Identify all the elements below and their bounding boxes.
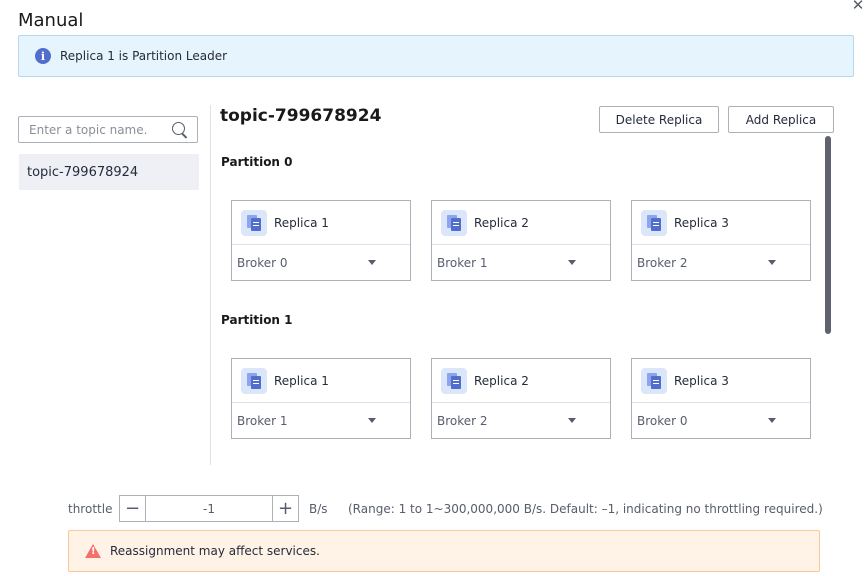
replica-card: Replica 1 Broker 0 <box>231 200 411 281</box>
warning-banner-text: Reassignment may affect services. <box>110 544 320 558</box>
caret-down-icon <box>368 418 376 423</box>
replica-card: Replica 3 Broker 0 <box>631 358 811 439</box>
search-icon[interactable] <box>171 121 189 139</box>
caret-down-icon <box>768 418 776 423</box>
broker-select[interactable]: Broker 1 <box>432 245 610 280</box>
replica-icon <box>441 367 467 394</box>
replica-icon <box>641 209 667 236</box>
close-icon[interactable]: ✕ <box>851 0 865 13</box>
replica-card-header: Replica 1 <box>232 359 410 403</box>
replica-icon <box>241 367 267 394</box>
topic-search-box <box>18 116 198 143</box>
throttle-unit: B/s <box>309 502 328 516</box>
delete-replica-button[interactable]: Delete Replica <box>599 106 719 133</box>
throttle-label: throttle <box>68 502 113 516</box>
throttle-stepper: − + <box>119 495 299 522</box>
replica-name: Replica 2 <box>474 215 529 230</box>
warning-banner: Reassignment may affect services. <box>68 530 820 572</box>
broker-select-value: Broker 0 <box>637 413 688 428</box>
replica-card-header: Replica 3 <box>632 359 810 403</box>
replica-card: Replica 1 Broker 1 <box>231 358 411 439</box>
decrement-button[interactable]: − <box>120 496 146 521</box>
replica-name: Replica 3 <box>674 215 729 230</box>
scrollbar-thumb[interactable] <box>825 136 831 334</box>
throttle-input[interactable] <box>146 496 272 521</box>
replica-card: Replica 3 Broker 2 <box>631 200 811 281</box>
warning-icon <box>85 544 101 558</box>
topic-list-item[interactable]: topic-799678924 <box>19 154 199 190</box>
replica-name: Replica 1 <box>274 373 329 388</box>
partition-0-label: Partition 0 <box>221 155 293 169</box>
broker-select[interactable]: Broker 0 <box>232 245 410 280</box>
replica-icon <box>441 209 467 236</box>
info-banner-text: Replica 1 is Partition Leader <box>60 49 228 63</box>
info-icon: i <box>35 48 51 64</box>
replica-card-header: Replica 2 <box>432 359 610 403</box>
info-banner: i Replica 1 is Partition Leader <box>18 35 854 77</box>
broker-select[interactable]: Broker 2 <box>432 403 610 438</box>
dialog-title: Manual <box>18 10 84 31</box>
broker-select-value: Broker 2 <box>637 255 688 270</box>
broker-select-value: Broker 0 <box>237 255 288 270</box>
broker-select-value: Broker 1 <box>437 255 488 270</box>
broker-select-value: Broker 2 <box>437 413 488 428</box>
caret-down-icon <box>568 418 576 423</box>
throttle-range-hint: (Range: 1 to 1~300,000,000 B/s. Default:… <box>348 502 823 516</box>
increment-button[interactable]: + <box>272 496 298 521</box>
replica-card-header: Replica 3 <box>632 201 810 245</box>
topic-title: topic-799678924 <box>220 106 382 126</box>
partition-1-label: Partition 1 <box>221 313 293 327</box>
replica-name: Replica 2 <box>474 373 529 388</box>
broker-select[interactable]: Broker 2 <box>632 245 810 280</box>
replica-icon <box>241 209 267 236</box>
caret-down-icon <box>368 260 376 265</box>
replica-card-header: Replica 2 <box>432 201 610 245</box>
panel-divider <box>210 105 211 465</box>
caret-down-icon <box>568 260 576 265</box>
replica-icon <box>641 367 667 394</box>
caret-down-icon <box>768 260 776 265</box>
add-replica-button[interactable]: Add Replica <box>728 106 834 133</box>
replica-card: Replica 2 Broker 1 <box>431 200 611 281</box>
topic-search-input[interactable] <box>29 122 171 137</box>
broker-select[interactable]: Broker 1 <box>232 403 410 438</box>
replica-name: Replica 3 <box>674 373 729 388</box>
broker-select-value: Broker 1 <box>237 413 288 428</box>
replica-name: Replica 1 <box>274 215 329 230</box>
replica-card: Replica 2 Broker 2 <box>431 358 611 439</box>
broker-select[interactable]: Broker 0 <box>632 403 810 438</box>
replica-card-header: Replica 1 <box>232 201 410 245</box>
